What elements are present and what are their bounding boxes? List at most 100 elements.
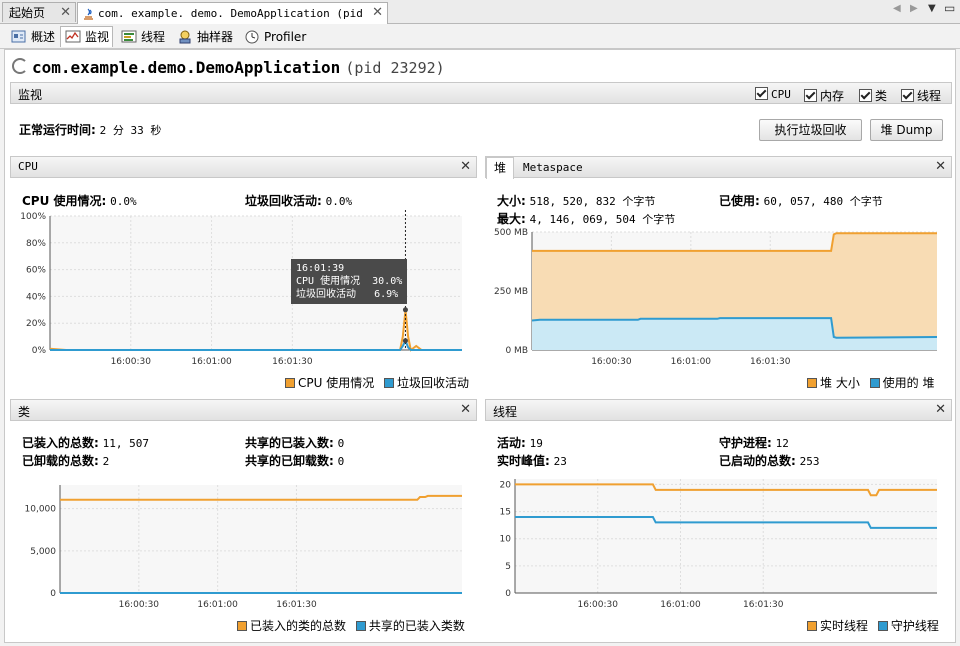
cpu-panel-header: CPU ✕ [10,156,477,178]
checkbox-classes[interactable]: 类 [859,87,887,104]
scroll-right-icon[interactable]: ▶ [910,3,918,14]
tab-profiler-label: Profiler [264,30,307,44]
threads-icon [121,30,137,43]
checkbox-checked-icon [859,89,872,102]
checkbox-threads[interactable]: 线程 [901,87,941,104]
monitor-icon [65,30,81,43]
x-tick-label: 16:01:00 [660,600,701,610]
loading-spinner-icon [12,58,28,74]
x-tick-label: 16:00:30 [591,357,632,367]
tab-threads[interactable]: 线程 [116,26,169,47]
y-tick-label: 20% [26,319,46,329]
y-tick-label: 0% [32,346,47,356]
heap-size-label: 大小: [497,194,526,208]
close-icon[interactable]: ✕ [460,159,471,174]
heap-size-stat: 大小: 518, 520, 832 个字节 [497,192,655,209]
y-tick-label: 10,000 [25,505,57,515]
cpu-panel-title: CPU [18,160,38,173]
threads-daemon-label: 守护进程: [719,436,772,450]
close-icon[interactable]: ✕ [935,159,946,174]
plot-area [60,485,462,593]
close-icon[interactable]: ✕ [60,3,71,23]
y-tick-label: 20 [500,480,512,490]
close-icon[interactable]: ✕ [935,402,946,417]
threads-panel: 线程 ✕ 活动: 19 守护进程: 12 实时峰值: 23 已启动的总数: 25… [485,399,952,635]
checkbox-threads-label: 线程 [917,89,942,103]
x-tick-label: 16:01:00 [671,357,712,367]
x-tick-label: 16:01:30 [272,357,313,367]
classes-unloaded-label: 已卸载的总数: [22,454,99,468]
threads-live-label: 活动: [497,436,526,450]
cpu-usage-stat: CPU 使用情况: 0.0% [22,192,137,209]
legend-swatch-orange [807,621,817,631]
heap-max-stat: 最大: 4, 146, 069, 504 个字节 [497,210,675,227]
uptime-label: 正常运行时间: [19,123,96,137]
y-tick-label: 5 [505,562,511,572]
classes-loaded-label: 已装入的总数: [22,436,99,450]
shared-loaded-stat: 共享的已装入数: 0 [245,434,344,451]
y-tick-label: 60% [26,266,46,276]
x-tick-label: 16:00:30 [119,600,160,610]
classes-legend: 已装入的类的总数 共享的已装入类数 [237,617,465,634]
tab-threads-label: 线程 [141,30,166,44]
close-icon[interactable]: ✕ [460,402,471,417]
x-tick-label: 16:00:30 [111,357,152,367]
classes-loaded-stat: 已装入的总数: 11, 507 [22,434,149,451]
heap-used-value: 60, 057, 480 个字节 [763,195,883,208]
tab-profiler[interactable]: Profiler [239,26,314,47]
tab-sampler-label: 抽样器 [197,30,234,44]
monitor-section-bar: 监视 CPU 内存 类 线程 [10,82,952,104]
threads-peak-stat: 实时峰值: 23 [497,452,567,469]
profiler-icon [245,30,259,44]
uptime-value: 2 分 33 秒 [99,124,162,137]
legend-gc-activity: 垃圾回收活动 [397,376,470,390]
chevron-down-icon[interactable]: ▼ [928,3,936,14]
gc-activity-label: 垃圾回收活动: [245,194,322,208]
overview-icon [11,30,26,43]
heap-dump-button[interactable]: 堆 Dump [870,119,943,141]
gc-button[interactable]: 执行垃圾回收 [759,119,862,141]
tooltip-gc-value: 6.9% [374,289,399,300]
legend-swatch-orange [285,378,295,388]
close-icon[interactable]: ✕ [372,3,383,23]
y-tick-label: 0 [50,589,56,599]
heap-used-stat: 已使用: 60, 057, 480 个字节 [719,192,883,209]
cpu-legend: CPU 使用情况 垃圾回收活动 [285,374,469,391]
checkbox-memory[interactable]: 内存 [804,87,844,104]
tab-start-page[interactable]: 起始页 ✕ [2,2,76,22]
tab-monitor[interactable]: 监视 [60,26,113,47]
tab-metaspace[interactable]: Metaspace [516,157,590,179]
document-tab-bar: 起始页 ✕ com. example. demo. DemoApplicatio… [0,0,960,41]
checkbox-classes-label: 类 [875,89,888,103]
shared-loaded-label: 共享的已装入数: [245,436,334,450]
y-tick-label: 15 [500,508,511,518]
classes-chart: 0 5,000 10,000 16:00:30 16:01:00 16:01:30 [25,485,462,610]
x-tick-label: 16:01:30 [750,357,791,367]
classes-panel-header: 类 ✕ [10,399,477,421]
tooltip-cpu-value: 30.0% [372,276,403,287]
tab-overview[interactable]: 概述 [6,26,59,47]
classes-loaded-value: 11, 507 [102,437,149,450]
y-tick-label: 40% [26,292,46,302]
scroll-left-icon[interactable]: ◀ [893,3,901,14]
y-tick-label: 100% [20,212,46,222]
threads-chart: 0 5 10 15 20 16:00:30 16:01:00 16:01:30 [500,479,937,610]
tab-heap[interactable]: 堆 [486,157,515,179]
app-pid: (pid 23292) [345,59,445,77]
view-tab-bar: 概述 监视 线程 抽样器 Profiler [0,24,960,49]
checkbox-checked-icon [901,89,914,102]
x-tick-label: 16:01:30 [743,600,784,610]
heap-size-value: 518, 520, 832 个字节 [529,195,656,208]
threads-started-value: 253 [799,455,820,468]
cpu-chart-tooltip: 16:01:39 CPU 使用情况 30.0% 垃圾回收活动 6.9% [291,259,408,304]
heap-used-label: 已使用: [719,194,760,208]
y-tick-label: 250 MB [494,287,528,297]
checkbox-cpu[interactable]: CPU [755,87,791,101]
tab-monitor-label: 监视 [85,30,110,44]
y-tick-label: 80% [26,239,46,249]
tab-sampler[interactable]: 抽样器 [172,26,236,47]
tab-demo-application[interactable]: com. example. demo. DemoApplication (pid… [77,2,388,41]
classes-unloaded-value: 2 [102,455,110,468]
restore-window-icon[interactable]: ▭ [944,1,955,15]
checkbox-checked-icon [755,87,768,100]
